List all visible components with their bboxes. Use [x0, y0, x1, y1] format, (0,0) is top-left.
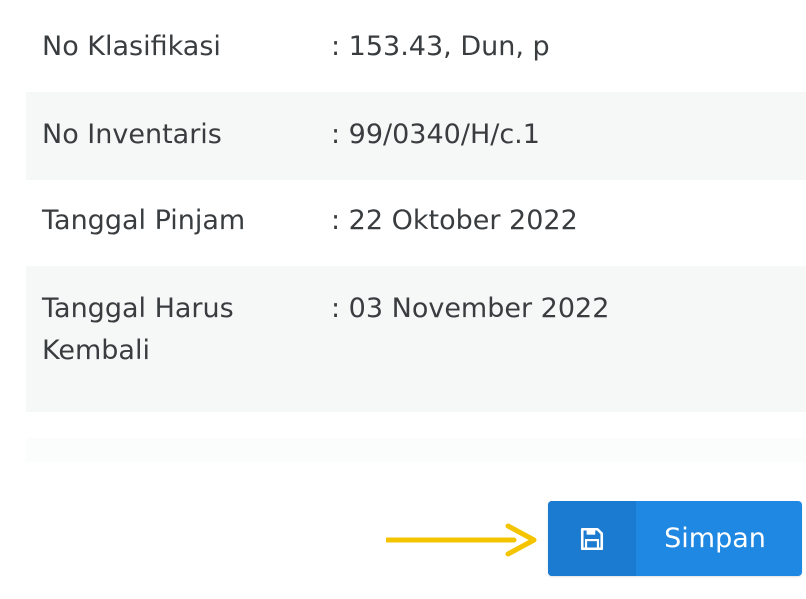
detail-row-borrow-date: Tanggal Pinjam : 22 Oktober 2022: [26, 180, 806, 266]
detail-label: No Klasifikasi: [42, 31, 221, 62]
detail-label: Tanggal Pinjam: [42, 205, 246, 236]
detail-value: : 03 November 2022: [331, 293, 610, 324]
save-button[interactable]: Simpan: [548, 501, 802, 576]
detail-row-due-date: Tanggal Harus Kembali : 03 November 2022: [26, 266, 806, 412]
detail-value: : 99/0340/H/c.1: [331, 119, 540, 150]
detail-value: : 153.43, Dun, p: [331, 31, 550, 62]
arrow-right-icon: [386, 523, 537, 557]
detail-row-inventory: No Inventaris : 99/0340/H/c.1: [26, 92, 806, 180]
detail-label: Tanggal Harus Kembali: [42, 293, 234, 366]
save-icon-container: [548, 501, 636, 576]
floppy-disk-icon: [580, 527, 604, 550]
detail-label: No Inventaris: [42, 119, 222, 150]
detail-value: : 22 Oktober 2022: [331, 205, 578, 236]
loan-detail-table: No Klasifikasi : 153.43, Dun, p No Inven…: [26, 8, 806, 412]
save-button-label: Simpan: [664, 523, 766, 554]
detail-row-classification: No Klasifikasi : 153.43, Dun, p: [26, 8, 806, 92]
table-footer-divider: [26, 438, 806, 462]
